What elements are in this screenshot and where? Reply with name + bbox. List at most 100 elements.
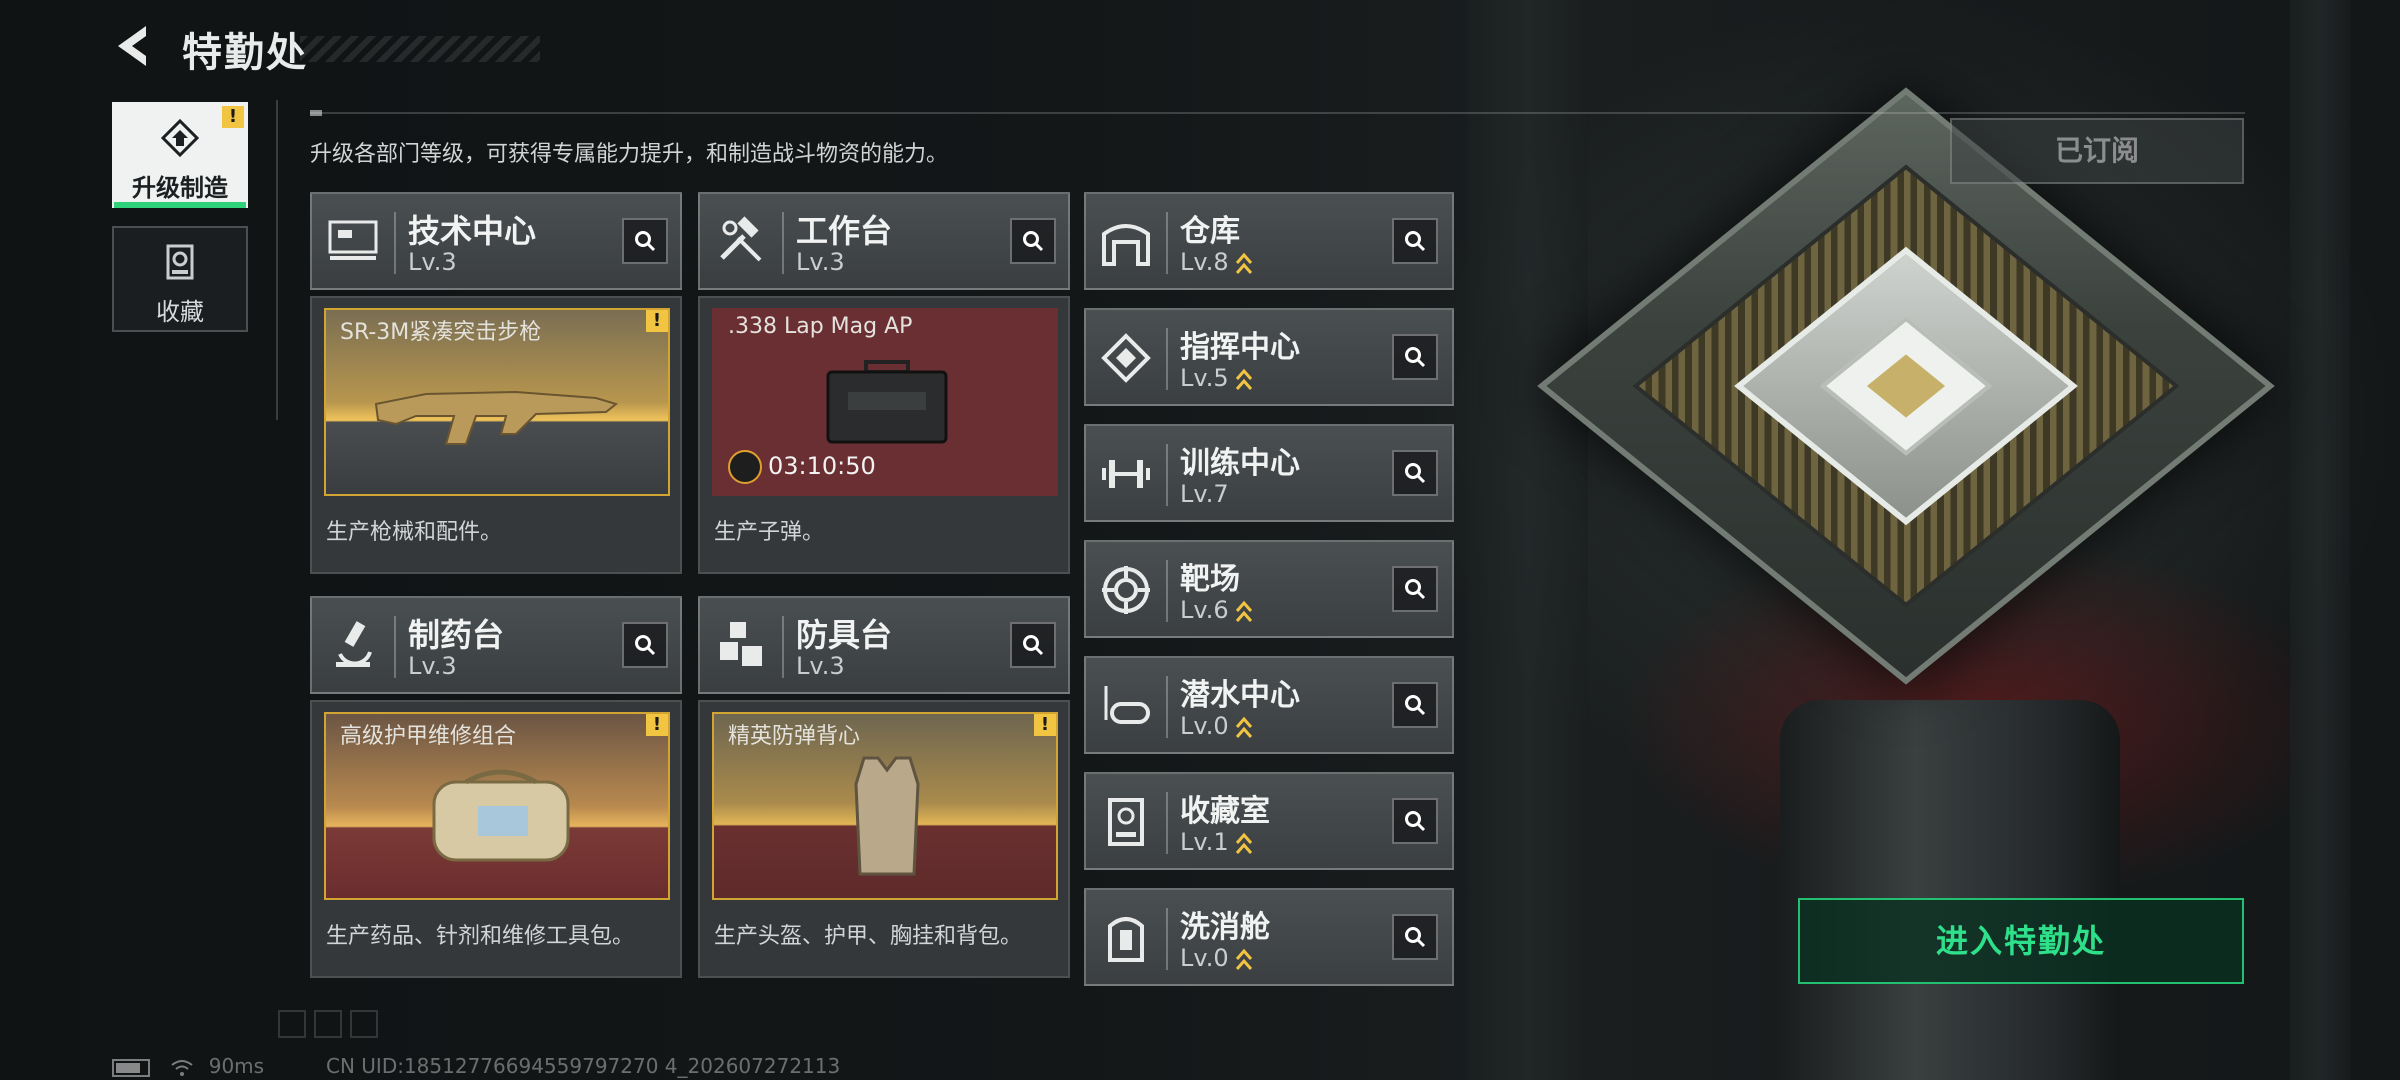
status-bar: 90ms: [112, 1054, 264, 1078]
workshop-body: SR-3M紧凑突击步枪 ! 生产枪械和配件。: [310, 296, 682, 574]
alert-badge: !: [646, 310, 668, 332]
department-name: 洗消舱: [1180, 910, 1270, 945]
upgrade-chevrons-icon: [1235, 716, 1252, 738]
inspect-button[interactable]: [622, 622, 668, 668]
department-name: 靶场: [1180, 562, 1240, 597]
subscribed-button[interactable]: 已订阅: [1950, 118, 2244, 184]
department-level: Lv.6: [1180, 596, 1253, 624]
workshop-header[interactable]: 工作台 Lv.3: [698, 192, 1070, 290]
tab-collection[interactable]: 收藏: [112, 226, 248, 332]
upgrade-chevrons-icon: [1235, 832, 1252, 854]
department-row-command-center[interactable]: 指挥中心 Lv.5: [1084, 308, 1454, 406]
chip-icon: [1101, 333, 1151, 383]
workshop-body: .338 Lap Mag AP 03:10:50 生产子弹。: [698, 296, 1070, 574]
search-icon: [1405, 579, 1426, 600]
decorative-square: [314, 1010, 342, 1038]
page-title: 特勤处: [182, 30, 308, 76]
item-name: 高级护甲维修组合: [340, 724, 517, 749]
workshop-name: 防具台: [796, 616, 893, 654]
alert-badge: !: [646, 714, 668, 736]
workshop-body: 精英防弹背心 ! 生产头盔、护甲、胸挂和背包。: [698, 700, 1070, 978]
workshop-header[interactable]: 制药台 Lv.3: [310, 596, 682, 694]
search-icon: [635, 635, 656, 656]
active-tab-indicator: [114, 202, 246, 208]
workshop-description: 生产头盔、护甲、胸挂和背包。: [714, 924, 1023, 949]
upgrade-icon: [160, 118, 200, 158]
department-level: Lv.0: [1180, 944, 1253, 972]
search-icon: [1405, 463, 1426, 484]
search-icon: [1405, 347, 1426, 368]
tab-upgrade-manufacture[interactable]: 升级制造 !: [112, 102, 248, 208]
production-timer: 03:10:50: [728, 450, 876, 484]
enter-special-ops-button[interactable]: 进入特勤处: [1798, 898, 2244, 984]
workshop-name: 工作台: [796, 212, 893, 250]
inspect-button[interactable]: [1392, 798, 1438, 844]
alert-badge: !: [222, 106, 244, 128]
department-row-shooting-range[interactable]: 靶场 Lv.6: [1084, 540, 1454, 638]
armor-vest-icon: [854, 756, 920, 876]
workshop-header[interactable]: 技术中心 Lv.3: [310, 192, 682, 290]
target-icon: [1102, 566, 1150, 614]
inspect-button[interactable]: [1392, 334, 1438, 380]
search-icon: [1023, 635, 1044, 656]
workshop-body: 高级护甲维修组合 ! 生产药品、针剂和维修工具包。: [310, 700, 682, 978]
title-decoration: [300, 36, 540, 62]
inspect-button[interactable]: [1392, 682, 1438, 728]
repair-kit-bag-icon: [432, 769, 570, 862]
alert-badge: !: [1034, 714, 1056, 736]
department-row-warehouse[interactable]: 仓库 Lv.8: [1084, 192, 1454, 290]
ping-value: 90ms: [208, 1054, 265, 1078]
item-name: .338 Lap Mag AP: [728, 314, 913, 339]
inspect-button[interactable]: [1392, 566, 1438, 612]
back-arrow-icon[interactable]: [112, 24, 152, 68]
inspect-button[interactable]: [1392, 450, 1438, 496]
item-name: SR-3M紧凑突击步枪: [340, 320, 542, 345]
user-uid: CN UID:18512776694559797270 4_2026072721…: [326, 1054, 841, 1078]
display-case-icon: [1108, 798, 1144, 846]
search-icon: [1405, 231, 1426, 252]
microscope-icon: [336, 621, 372, 667]
department-level: Lv.8: [1180, 248, 1253, 276]
diving-mask-icon: [1104, 686, 1150, 724]
department-name: 训练中心: [1180, 446, 1300, 481]
inspect-button[interactable]: [1010, 622, 1056, 668]
production-item-slot[interactable]: 高级护甲维修组合 !: [324, 712, 670, 900]
dumbbell-icon: [1102, 460, 1150, 488]
background-pillar: [2290, 0, 2350, 1080]
header-divider: [310, 112, 2245, 114]
inspect-button[interactable]: [1010, 218, 1056, 264]
production-item-slot[interactable]: 精英防弹背心 !: [712, 712, 1058, 900]
intro-text: 升级各部门等级，可获得专属能力提升，和制造战斗物资的能力。: [310, 142, 949, 167]
department-name: 指挥中心: [1180, 330, 1300, 365]
search-icon: [1405, 695, 1426, 716]
department-level: Lv.5: [1180, 364, 1253, 392]
production-item-slot[interactable]: SR-3M紧凑突击步枪 !: [324, 308, 670, 496]
department-name: 仓库: [1180, 214, 1240, 249]
sidebar-divider: [276, 100, 278, 420]
department-level: Lv.1: [1180, 828, 1253, 856]
production-item-slot[interactable]: .338 Lap Mag AP 03:10:50: [712, 308, 1058, 496]
inspect-button[interactable]: [1392, 914, 1438, 960]
workshop-header[interactable]: 防具台 Lv.3: [698, 596, 1070, 694]
workshop-name: 制药台: [408, 616, 505, 654]
cube-pedestal: [1780, 700, 2120, 1080]
department-level: Lv.0: [1180, 712, 1253, 740]
department-row-training-center[interactable]: 训练中心 Lv.7: [1084, 424, 1454, 522]
workshop-description: 生产药品、针剂和维修工具包。: [326, 924, 635, 949]
workshop-name: 技术中心: [408, 212, 537, 250]
department-row-diving-center[interactable]: 潜水中心 Lv.0: [1084, 656, 1454, 754]
search-icon: [1405, 927, 1426, 948]
hammer-wrench-icon: [720, 216, 762, 262]
department-row-decontamination-pod[interactable]: 洗消舱 Lv.0: [1084, 888, 1454, 986]
upgrade-chevrons-icon: [1235, 948, 1252, 970]
rifle-icon: [374, 390, 619, 445]
search-icon: [635, 231, 656, 252]
department-name: 潜水中心: [1180, 678, 1300, 713]
search-icon: [1405, 811, 1426, 832]
divider-tick: [310, 110, 322, 116]
department-row-collection-room[interactable]: 收藏室 Lv.1: [1084, 772, 1454, 870]
workshop-level: Lv.3: [408, 248, 457, 276]
upgrade-chevrons-icon: [1235, 252, 1252, 274]
inspect-button[interactable]: [1392, 218, 1438, 264]
inspect-button[interactable]: [622, 218, 668, 264]
